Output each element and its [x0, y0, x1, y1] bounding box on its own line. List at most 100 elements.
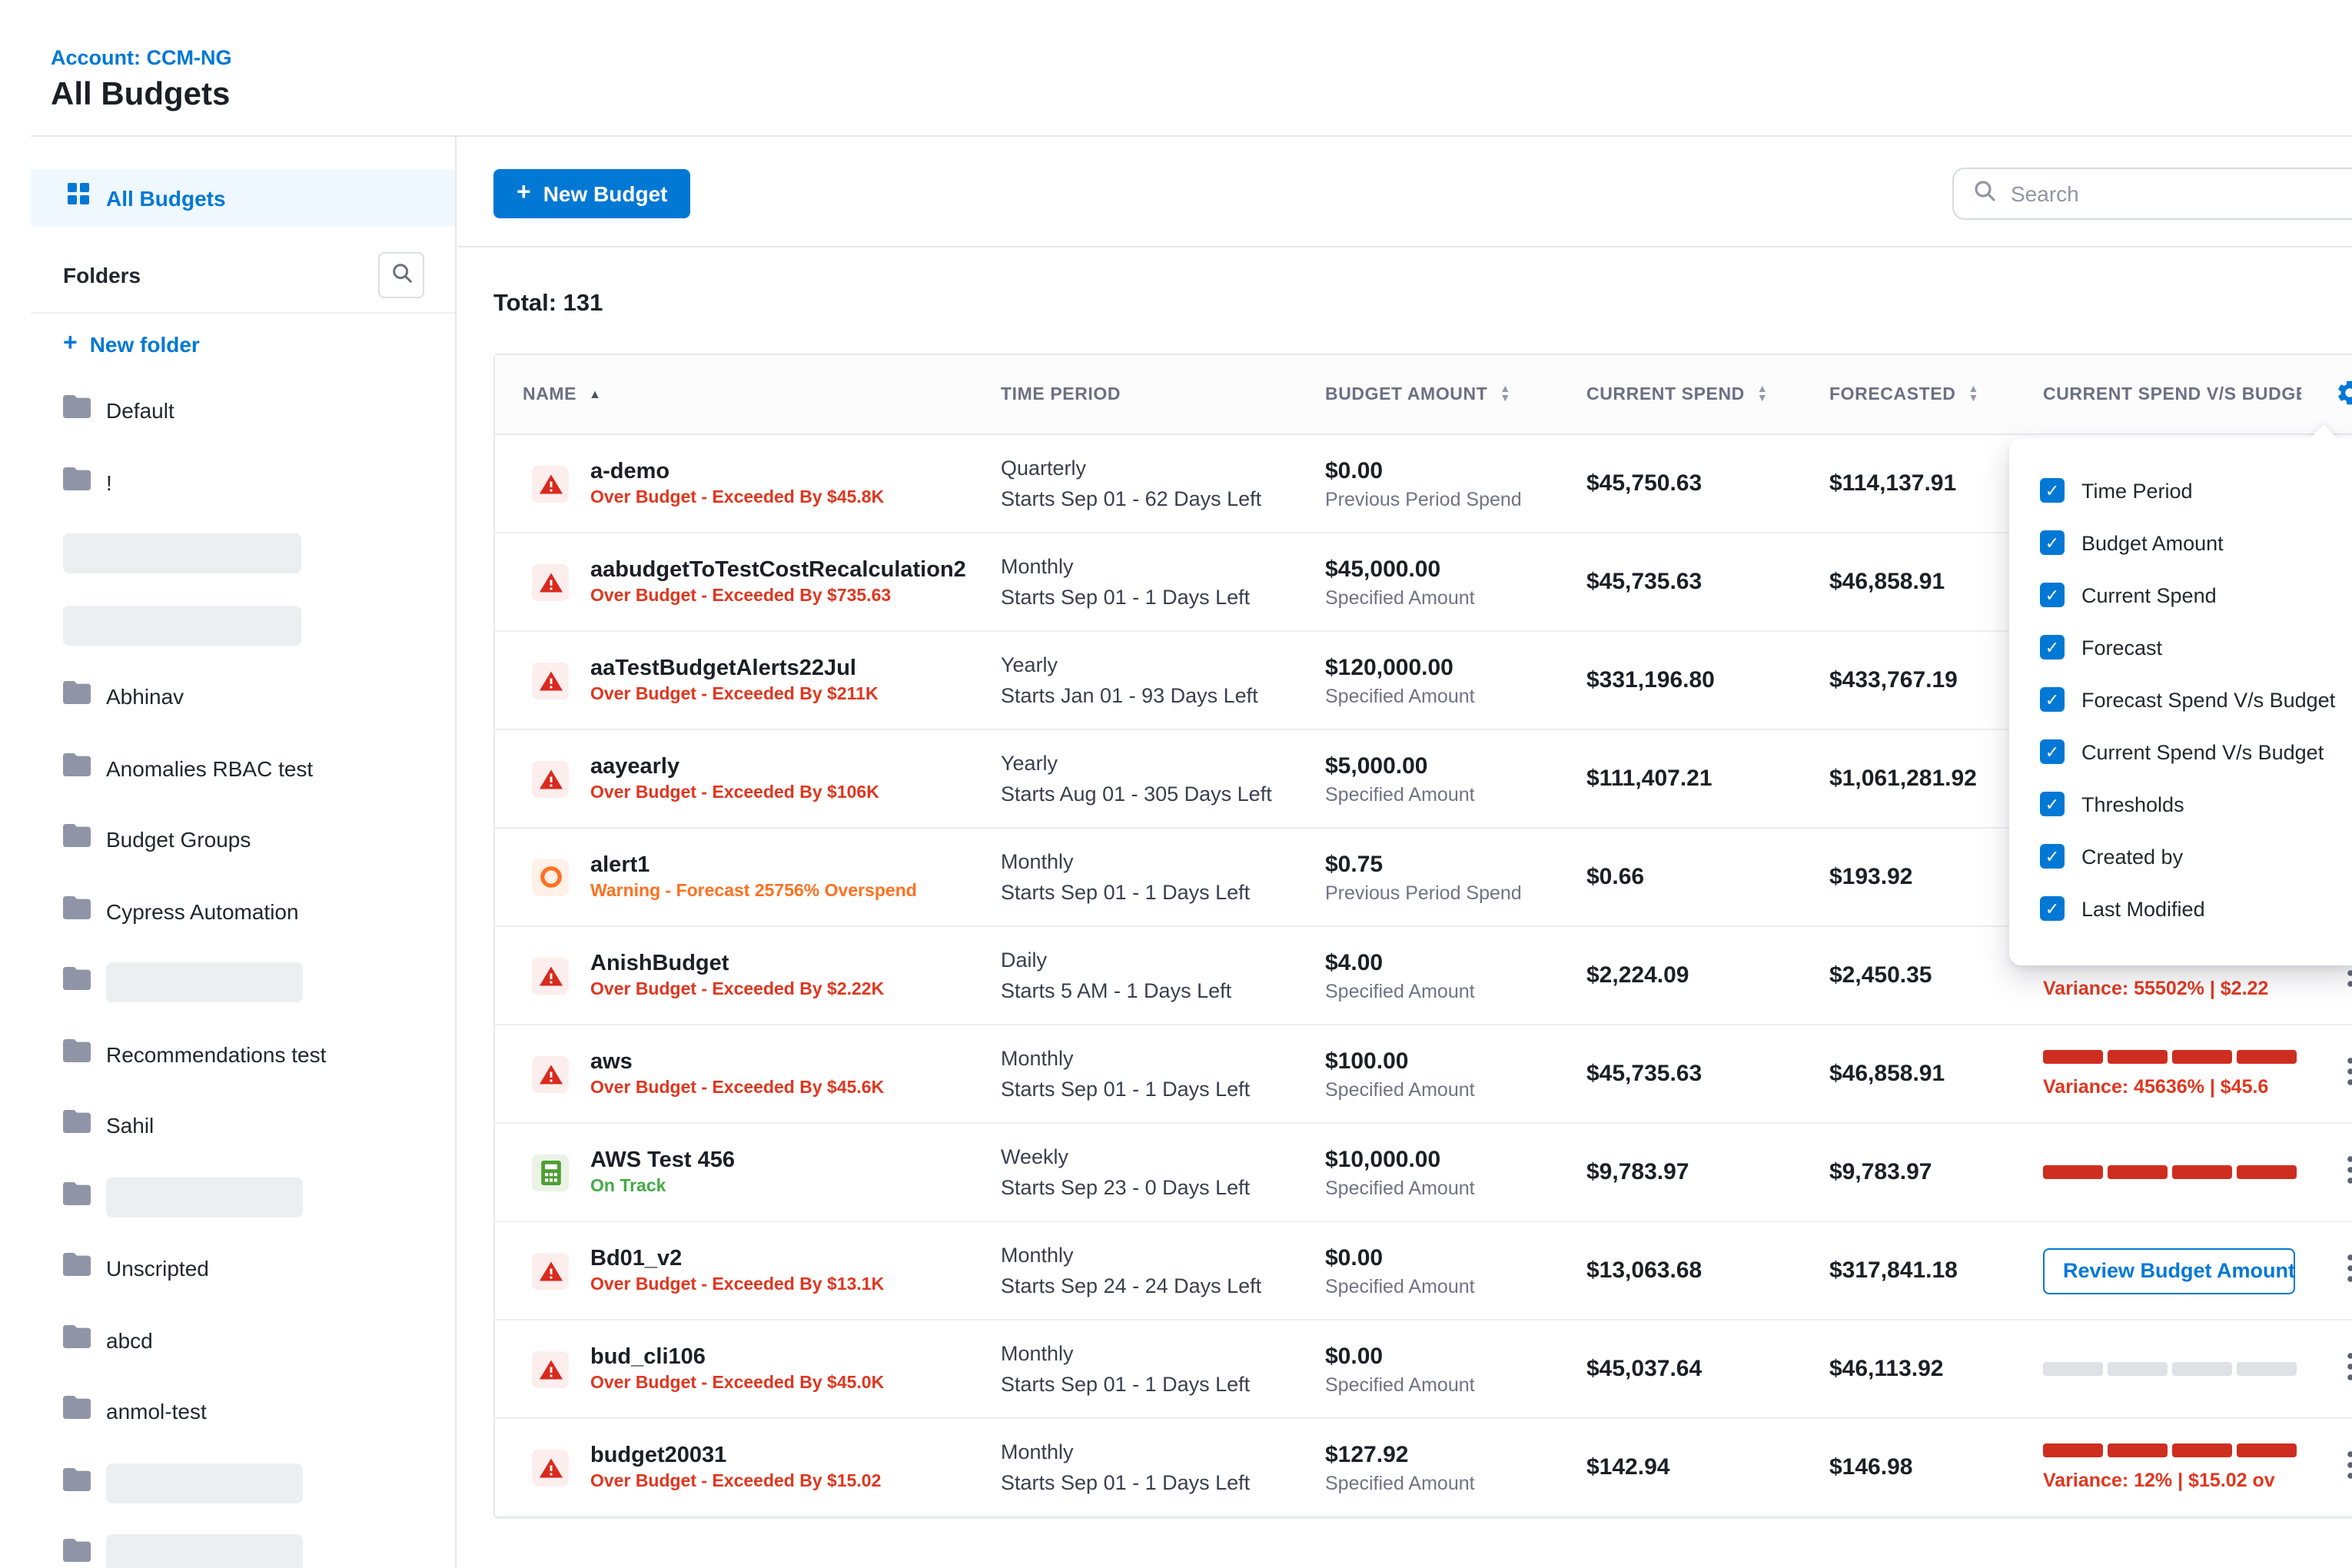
- checkbox-checked-icon[interactable]: ✓: [2040, 792, 2065, 816]
- forecasted: $9,783.97: [1829, 1158, 1932, 1184]
- table-row[interactable]: budget20031Over Budget - Exceeded By $15…: [495, 1419, 2352, 1517]
- folder-label: Cypress Automation: [106, 899, 299, 924]
- current-spend: $45,735.63: [1586, 568, 1702, 594]
- budget-status: Warning - Forecast 25756% Overspend: [590, 882, 917, 901]
- row-menu-button[interactable]: [2334, 1445, 2352, 1490]
- checkbox-checked-icon[interactable]: ✓: [2040, 739, 2065, 764]
- folder-search-button[interactable]: [378, 252, 424, 298]
- folder-item-skeleton[interactable]: [31, 590, 453, 661]
- review-budget-button[interactable]: Review Budget Amount: [2043, 1247, 2295, 1294]
- budget-status: Over Budget - Exceeded By $15.02: [590, 1473, 881, 1491]
- folder-label: Sahil: [106, 1114, 154, 1138]
- account-breadcrumb-link[interactable]: Account: CCM-NG: [51, 46, 232, 69]
- folder-item-skeleton[interactable]: [31, 1447, 453, 1519]
- budget-name: alert1: [590, 853, 917, 878]
- budget-amount: $0.75: [1325, 851, 1586, 877]
- amount-type: Specified Amount: [1325, 1078, 1586, 1100]
- forecasted-cell: $2,450.35: [1829, 962, 2043, 989]
- column-header[interactable]: FORECASTED▲▼: [1829, 385, 2043, 404]
- checkbox-checked-icon[interactable]: ✓: [2040, 687, 2065, 712]
- folder-item-skeleton[interactable]: [31, 1519, 453, 1568]
- search-input[interactable]: [2011, 181, 2334, 206]
- column-toggle-item[interactable]: ✓Budget Amount: [2009, 517, 2352, 569]
- current-spend-cell: $2,224.09: [1586, 962, 1829, 989]
- time-period-cell: MonthlyStarts Sep 24 - 24 Days Left: [1001, 1241, 1325, 1301]
- current-spend-cell: $13,063.68: [1586, 1257, 1829, 1284]
- column-header[interactable]: BUDGET AMOUNT▲▼: [1325, 385, 1586, 404]
- folder-item-skeleton[interactable]: [31, 1161, 453, 1233]
- column-header[interactable]: NAME▲: [495, 385, 1001, 404]
- row-menu-button[interactable]: [2334, 1150, 2352, 1194]
- folder-label: anmol-test: [106, 1400, 207, 1424]
- folder-item[interactable]: abcd: [31, 1304, 453, 1376]
- row-menu-button[interactable]: [2334, 1248, 2352, 1293]
- row-menu-button[interactable]: [2334, 1051, 2352, 1096]
- folder-item[interactable]: Unscripted: [31, 1233, 453, 1304]
- table-row[interactable]: AWS Test 456On TrackWeeklyStarts Sep 23 …: [495, 1124, 2352, 1222]
- row-menu-button[interactable]: [2334, 1347, 2352, 1391]
- alert-triangle-icon: [532, 957, 569, 994]
- column-settings-list: ✓Time Period✓Budget Amount✓Current Spend…: [2009, 464, 2352, 935]
- column-header[interactable]: TIME PERIOD: [1001, 385, 1325, 404]
- time-period-cell: MonthlyStarts Sep 01 - 1 Days Left: [1001, 552, 1325, 612]
- folder-item-skeleton[interactable]: [31, 518, 453, 590]
- column-toggle-item[interactable]: ✓Last Modified: [2009, 882, 2352, 935]
- folder-icon: [63, 1111, 91, 1141]
- current-spend: $0.66: [1586, 863, 1644, 889]
- current-spend-cell: $142.94: [1586, 1453, 1829, 1481]
- period-detail: Starts 5 AM - 1 Days Left: [1001, 976, 1325, 1005]
- period-type: Monthly: [1001, 1044, 1325, 1073]
- folder-item[interactable]: Recommendations test: [31, 1018, 453, 1090]
- folder-item[interactable]: Sahil: [31, 1090, 453, 1161]
- checkbox-checked-icon[interactable]: ✓: [2040, 844, 2065, 869]
- folder-item-skeleton[interactable]: [31, 947, 453, 1018]
- column-toggle-item[interactable]: ✓Forecast Spend V/s Budget: [2009, 673, 2352, 726]
- kebab-icon: [2347, 1165, 2352, 1188]
- column-header[interactable]: CURRENT SPEND▲▼: [1586, 385, 1829, 404]
- column-toggle-item[interactable]: ✓Current Spend: [2009, 569, 2352, 621]
- table-row[interactable]: Bd01_v2Over Budget - Exceeded By $13.1KM…: [495, 1222, 2352, 1321]
- folder-item[interactable]: Default: [31, 375, 453, 447]
- checkbox-checked-icon[interactable]: ✓: [2040, 530, 2065, 555]
- new-folder-button[interactable]: + New folder: [63, 332, 200, 357]
- column-toggle-item[interactable]: ✓Created by: [2009, 830, 2352, 882]
- folder-item[interactable]: Abhinav: [31, 661, 453, 733]
- column-header[interactable]: CURRENT SPEND V/S BUDGET: [2043, 385, 2301, 404]
- folder-item[interactable]: Budget Groups: [31, 804, 453, 875]
- budget-name: aabudgetToTestCostRecalculation2: [590, 558, 966, 583]
- column-toggle-item[interactable]: ✓Thresholds: [2009, 778, 2352, 830]
- variance-label: Variance: 55502% | $2.22: [2043, 978, 2301, 999]
- spend-vs-budget-bar: [2043, 1050, 2301, 1064]
- budget-amount: $0.00: [1325, 457, 1586, 483]
- column-toggle-item[interactable]: ✓Forecast: [2009, 621, 2352, 673]
- sidebar-item-all-budgets[interactable]: All Budgets: [31, 169, 455, 226]
- checkbox-checked-icon[interactable]: ✓: [2040, 896, 2065, 921]
- folder-item[interactable]: anmol-test: [31, 1376, 453, 1447]
- budget-status: Over Budget - Exceeded By $2.22K: [590, 981, 884, 999]
- column-toggle-item[interactable]: ✓Current Spend V/s Budget: [2009, 726, 2352, 778]
- table-row[interactable]: awsOver Budget - Exceeded By $45.6KMonth…: [495, 1025, 2352, 1124]
- budget-amount: $127.92: [1325, 1441, 1586, 1467]
- spend-vs-budget-cell: Review Budget Amount: [2043, 1247, 2301, 1294]
- amount-type: Specified Amount: [1325, 1275, 1586, 1297]
- budget-name: AnishBudget: [590, 952, 884, 976]
- column-label: CURRENT SPEND V/S BUDGET: [2043, 385, 2301, 404]
- new-budget-button[interactable]: + New Budget: [493, 169, 690, 218]
- folder-icon: [63, 1182, 91, 1213]
- forecasted: $46,858.91: [1829, 568, 1945, 594]
- current-spend: $111,407.21: [1586, 765, 1713, 791]
- folder-item[interactable]: Cypress Automation: [31, 875, 453, 947]
- column-toggle-item[interactable]: ✓Time Period: [2009, 464, 2352, 517]
- checkbox-checked-icon[interactable]: ✓: [2040, 583, 2065, 607]
- folder-item[interactable]: Anomalies RBAC test: [31, 733, 453, 804]
- spend-vs-budget-cell: Variance: 12% | $15.02 ov: [2043, 1443, 2301, 1491]
- table-row[interactable]: bud_cli106Over Budget - Exceeded By $45.…: [495, 1321, 2352, 1419]
- column-settings-button[interactable]: [2301, 377, 2352, 411]
- budget-amount-cell: $0.75Previous Period Spend: [1325, 851, 1586, 903]
- column-label: TIME PERIOD: [1001, 385, 1121, 404]
- budget-amount-cell: $0.00Specified Amount: [1325, 1244, 1586, 1297]
- sidebar: All Budgets Folders + New folder Default…: [0, 137, 457, 1568]
- folder-item[interactable]: !: [31, 447, 453, 518]
- checkbox-checked-icon[interactable]: ✓: [2040, 478, 2065, 503]
- checkbox-checked-icon[interactable]: ✓: [2040, 635, 2065, 659]
